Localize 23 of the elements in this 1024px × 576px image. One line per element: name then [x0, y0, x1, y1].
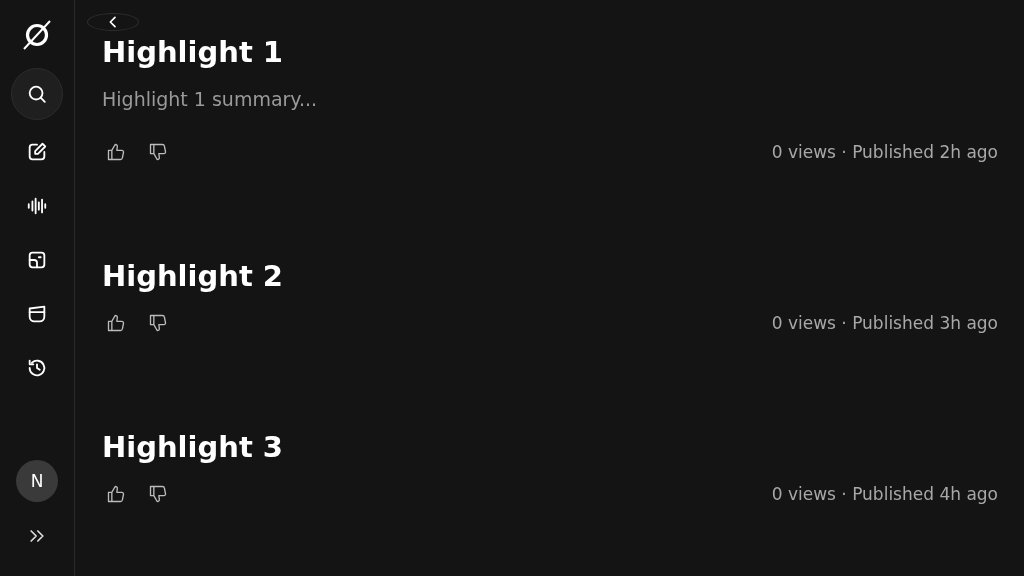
highlight-summary: Highlight 1 summary...	[102, 87, 318, 112]
image-icon	[26, 249, 48, 271]
avatar[interactable]: N	[16, 460, 58, 502]
thumbs-up-icon	[106, 484, 126, 504]
highlight-meta: 0 views · Published 4h ago	[771, 484, 998, 504]
nav-button[interactable]	[11, 68, 63, 120]
highlight-title: Highlight 2	[102, 258, 284, 294]
thumbs-up-icon	[106, 142, 126, 162]
thumbs-down-icon	[148, 142, 168, 162]
search-icon	[26, 83, 48, 105]
waveform-icon	[26, 195, 48, 217]
highlight-title: Highlight 1	[102, 34, 284, 70]
history-icon	[26, 357, 48, 379]
pencil-square-icon	[26, 141, 48, 163]
thumbs-down-icon	[148, 484, 168, 504]
back-button[interactable]	[87, 13, 139, 31]
thumbs-down-icon	[148, 313, 168, 333]
folder-icon	[26, 303, 48, 325]
logo-icon	[20, 18, 54, 52]
thumbs-up-icon	[106, 313, 126, 333]
highlight-meta: 0 views · Published 2h ago	[771, 142, 998, 162]
highlight-title: Highlight 3	[102, 429, 284, 465]
highlight-meta: 0 views · Published 3h ago	[771, 313, 998, 333]
